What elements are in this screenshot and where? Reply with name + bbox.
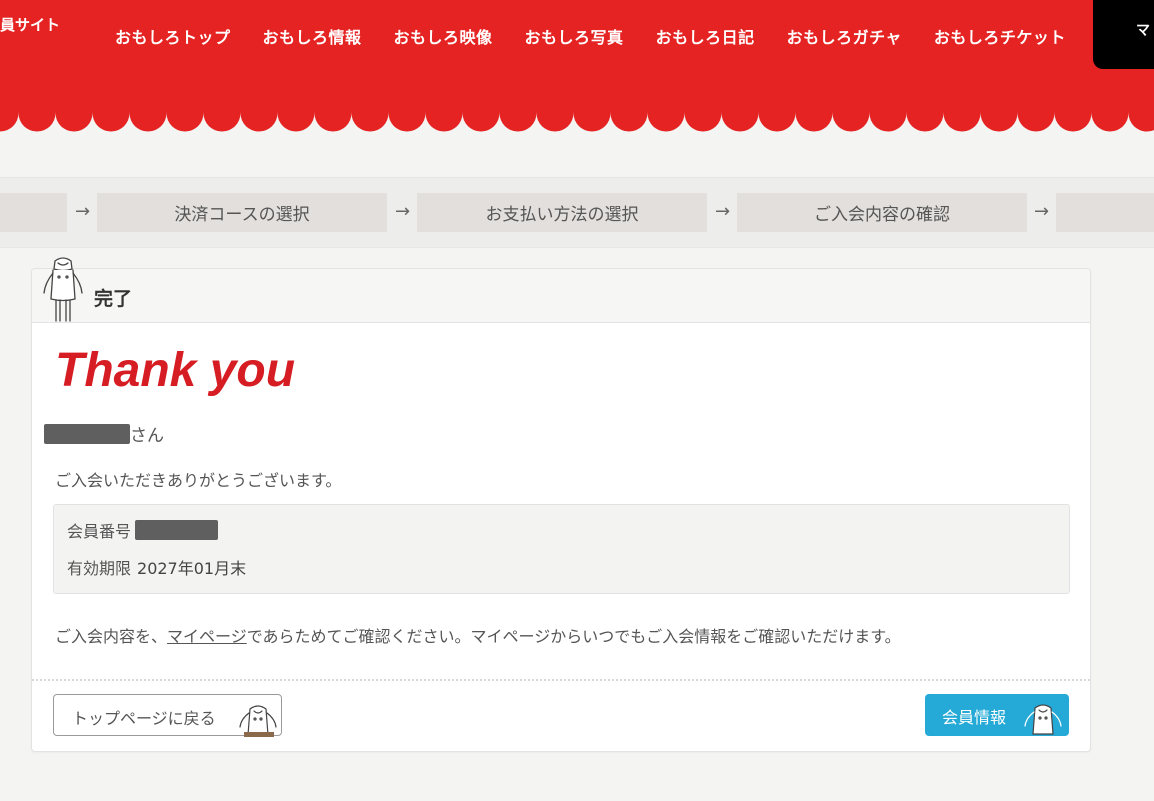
scallop <box>1017 104 1055 132</box>
scallop <box>869 104 907 132</box>
back-to-top-button[interactable]: トップページに戻る <box>53 694 282 737</box>
scallop <box>277 104 315 132</box>
scallop <box>240 104 278 132</box>
nav-item-top[interactable]: おもしろトップ <box>115 24 231 47</box>
scallop <box>499 104 537 132</box>
scallop <box>1054 104 1092 132</box>
scallop <box>758 104 796 132</box>
mypage-label: マ <box>1136 23 1150 39</box>
scallop <box>425 104 463 132</box>
nav-item-gacha[interactable]: おもしろガチャ <box>787 24 902 47</box>
main-nav: おもしろトップ おもしろ情報 おもしろ映像 おもしろ写真 おもしろ日記 おもしろ… <box>115 24 1066 47</box>
scallop <box>388 104 426 132</box>
step-payment-method: お支払い方法の選択 <box>417 193 707 232</box>
nav-item-photo[interactable]: おもしろ写真 <box>525 24 624 47</box>
note-prefix: ご入会内容を、 <box>55 627 168 646</box>
scallop <box>536 104 574 132</box>
nav-item-video[interactable]: おもしろ映像 <box>394 24 493 47</box>
thank-you-heading: Thank you <box>55 344 296 397</box>
step-course-selection: 決済コースの選択 <box>97 193 387 232</box>
step-complete <box>1056 193 1154 232</box>
step-label: お支払い方法の選択 <box>485 205 639 225</box>
scallop <box>1091 104 1129 132</box>
scallop <box>573 104 611 132</box>
card-header: 完了 <box>32 257 1090 323</box>
step-label: 決済コースの選択 <box>174 205 310 225</box>
card-title: 完了 <box>94 288 133 310</box>
scallop <box>18 104 56 132</box>
progress-steps: → 決済コースの選択 → お支払い方法の選択 → ご入会内容の確認 → <box>0 177 1154 248</box>
scallop <box>647 104 685 132</box>
footer-divider <box>32 679 1090 681</box>
step-arrow: → <box>395 201 411 222</box>
scallop <box>795 104 833 132</box>
step-previous <box>0 193 67 232</box>
mascot-icon <box>43 257 83 322</box>
scallop <box>166 104 204 132</box>
member-info-button[interactable]: 会員情報 <box>925 694 1069 736</box>
membership-info-box: 会員番号 有効期限 2027年01月末 <box>53 504 1070 594</box>
nav-item-ticket[interactable]: おもしろチケット <box>934 24 1066 47</box>
scallop <box>980 104 1018 132</box>
scallop <box>55 104 93 132</box>
scallop <box>721 104 759 132</box>
step-arrow: → <box>75 201 91 222</box>
scallop <box>1128 104 1154 132</box>
step-arrow: → <box>715 201 731 222</box>
scallop <box>203 104 241 132</box>
nav-item-info[interactable]: おもしろ情報 <box>263 24 362 47</box>
scallop <box>129 104 167 132</box>
name-suffix: さん <box>130 426 164 446</box>
note-suffix: であらためてご確認ください。マイページからいつでもご入会情報をご確認いただけます… <box>246 627 901 646</box>
nav-item-diary[interactable]: おもしろ日記 <box>656 24 755 47</box>
member-number-row: 会員番号 <box>67 518 219 542</box>
site-header: 員サイト おもしろトップ おもしろ情報 おもしろ映像 おもしろ写真 おもしろ日記… <box>0 0 1154 112</box>
scallop <box>462 104 500 132</box>
scallop <box>610 104 648 132</box>
redacted-member-number <box>135 520 219 540</box>
step-confirmation: ご入会内容の確認 <box>737 193 1027 232</box>
scallop <box>0 104 19 132</box>
completion-card: 完了 Thank you さん ご入会いただきありがとうございます。 会員番号 … <box>31 257 1091 752</box>
mypage-link[interactable]: マイページ <box>167 627 247 646</box>
back-to-top-label: トップページに戻る <box>72 709 216 728</box>
scallop <box>92 104 130 132</box>
scallop <box>351 104 389 132</box>
redacted-name <box>44 423 130 444</box>
mypage-note: ご入会内容を、マイページであらためてご確認ください。マイページからいつでもご入会… <box>55 623 901 647</box>
expiry-value: 2027年01月末 <box>137 559 247 578</box>
step-label: ご入会内容の確認 <box>814 205 950 225</box>
member-number-label: 会員番号 <box>67 522 132 541</box>
scallop <box>906 104 944 132</box>
scallop <box>684 104 722 132</box>
member-name-line: さん <box>44 421 164 446</box>
member-info-label: 会員情報 <box>942 708 1007 727</box>
scallop <box>314 104 352 132</box>
header-scallop-edge <box>0 104 1154 132</box>
expiry-label: 有効期限 <box>67 559 132 578</box>
mascot-icon <box>1024 704 1062 735</box>
mypage-tab[interactable]: マ <box>1093 0 1154 69</box>
expiry-row: 有効期限 2027年01月末 <box>67 555 246 579</box>
mascot-icon <box>239 705 277 737</box>
step-arrow: → <box>1034 201 1050 222</box>
site-title[interactable]: 員サイト <box>0 14 60 35</box>
welcome-message: ご入会いただきありがとうございます。 <box>55 471 342 490</box>
scallop <box>832 104 870 132</box>
scallop <box>943 104 981 132</box>
